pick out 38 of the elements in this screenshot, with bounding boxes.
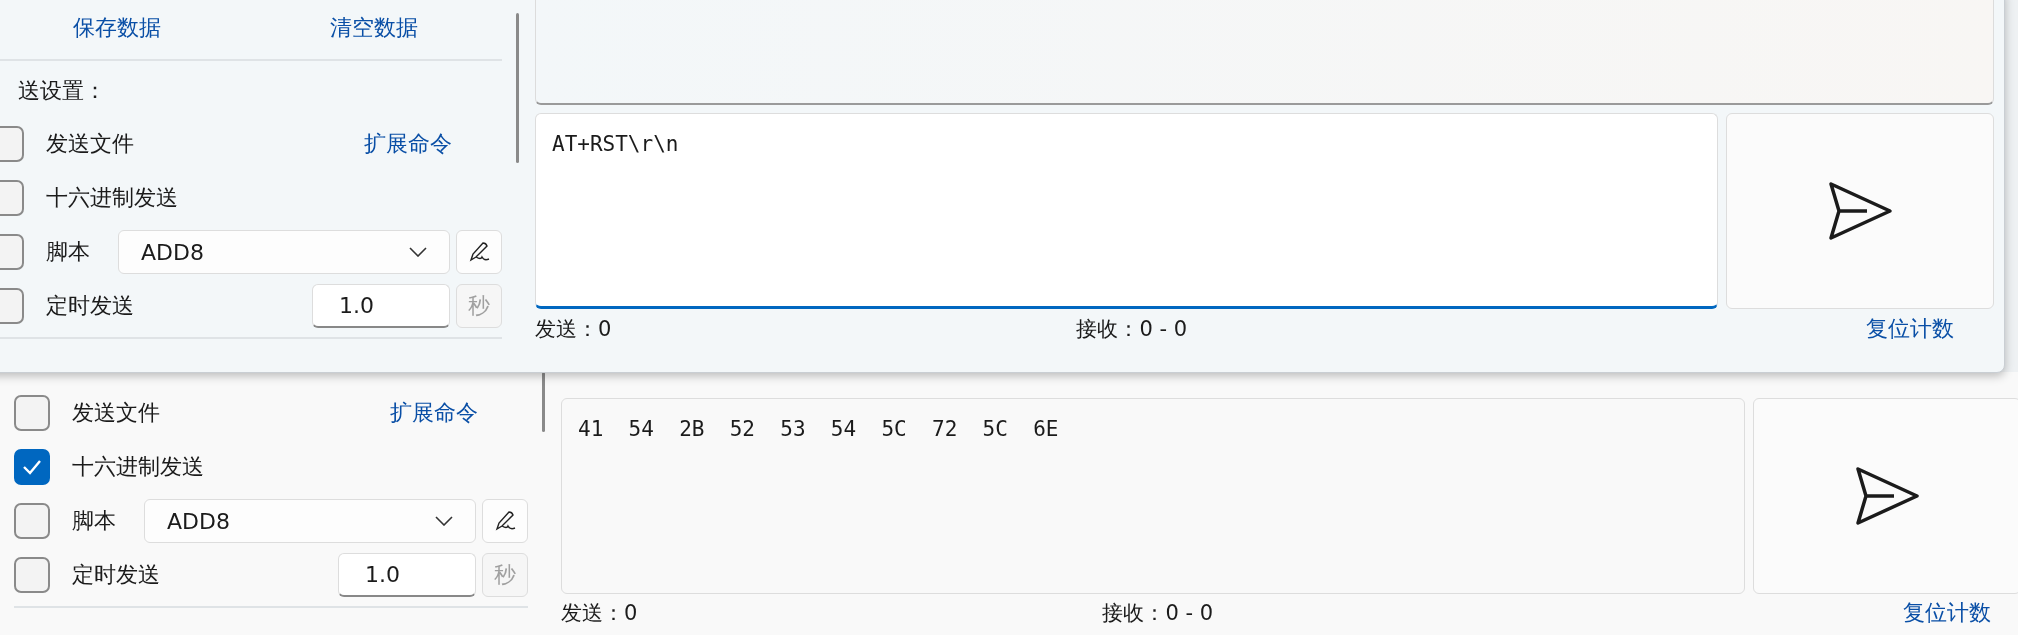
checkbox-label: 发送文件	[72, 399, 161, 427]
hex-input-field[interactable]: 41 54 2B 52 53 54 5C 72 5C 6E	[561, 398, 1745, 594]
reset-count-link[interactable]: 复位计数	[1903, 598, 1991, 628]
checkbox-label: 十六进制发送	[46, 184, 179, 212]
extend-command-link[interactable]: 扩展命令	[364, 129, 452, 159]
edit-button[interactable]	[482, 499, 528, 543]
send-icon	[1827, 180, 1893, 242]
script-dropdown[interactable]: ADD8	[144, 499, 476, 543]
interval-field[interactable]: 1.0	[338, 553, 476, 597]
checkbox-label: 脚本	[46, 238, 91, 266]
checkbox[interactable]	[14, 449, 50, 485]
pen-icon	[493, 509, 517, 533]
data-action-link[interactable]: 保存数据	[0, 13, 245, 43]
checkbox[interactable]	[14, 557, 50, 593]
data-action-link[interactable]: 清空数据	[245, 13, 502, 43]
checkmark-icon	[22, 459, 42, 475]
sent-count: 发送：0	[535, 316, 612, 343]
send-icon	[1854, 465, 1920, 527]
script-dropdown[interactable]: ADD8	[118, 230, 450, 274]
sent-count: 发送：0	[561, 600, 638, 627]
checkbox[interactable]	[14, 503, 50, 539]
checkbox-label: 十六进制发送	[72, 453, 205, 481]
checkbox-label: 定时发送	[72, 561, 161, 589]
checkbox-label: 定时发送	[46, 292, 135, 320]
edit-button[interactable]	[456, 230, 502, 274]
chevron-down-icon	[409, 247, 427, 257]
checkbox-label: 发送文件	[46, 130, 135, 158]
checkbox-label: 脚本	[72, 507, 117, 535]
command-input-field[interactable]: AT+RST\r\n	[535, 113, 1718, 309]
interval-field[interactable]: 1.0	[312, 284, 450, 328]
received-count: 接收：0 - 0	[1076, 316, 1188, 343]
extend-command-link[interactable]: 扩展命令	[390, 398, 478, 428]
reset-count-link[interactable]: 复位计数	[1866, 314, 1954, 344]
checkbox[interactable]	[14, 395, 50, 431]
received-count: 接收：0 - 0	[1102, 600, 1214, 627]
section-label: 送设置：	[17, 77, 107, 105]
pen-icon	[467, 240, 491, 264]
chevron-down-icon	[435, 516, 453, 526]
